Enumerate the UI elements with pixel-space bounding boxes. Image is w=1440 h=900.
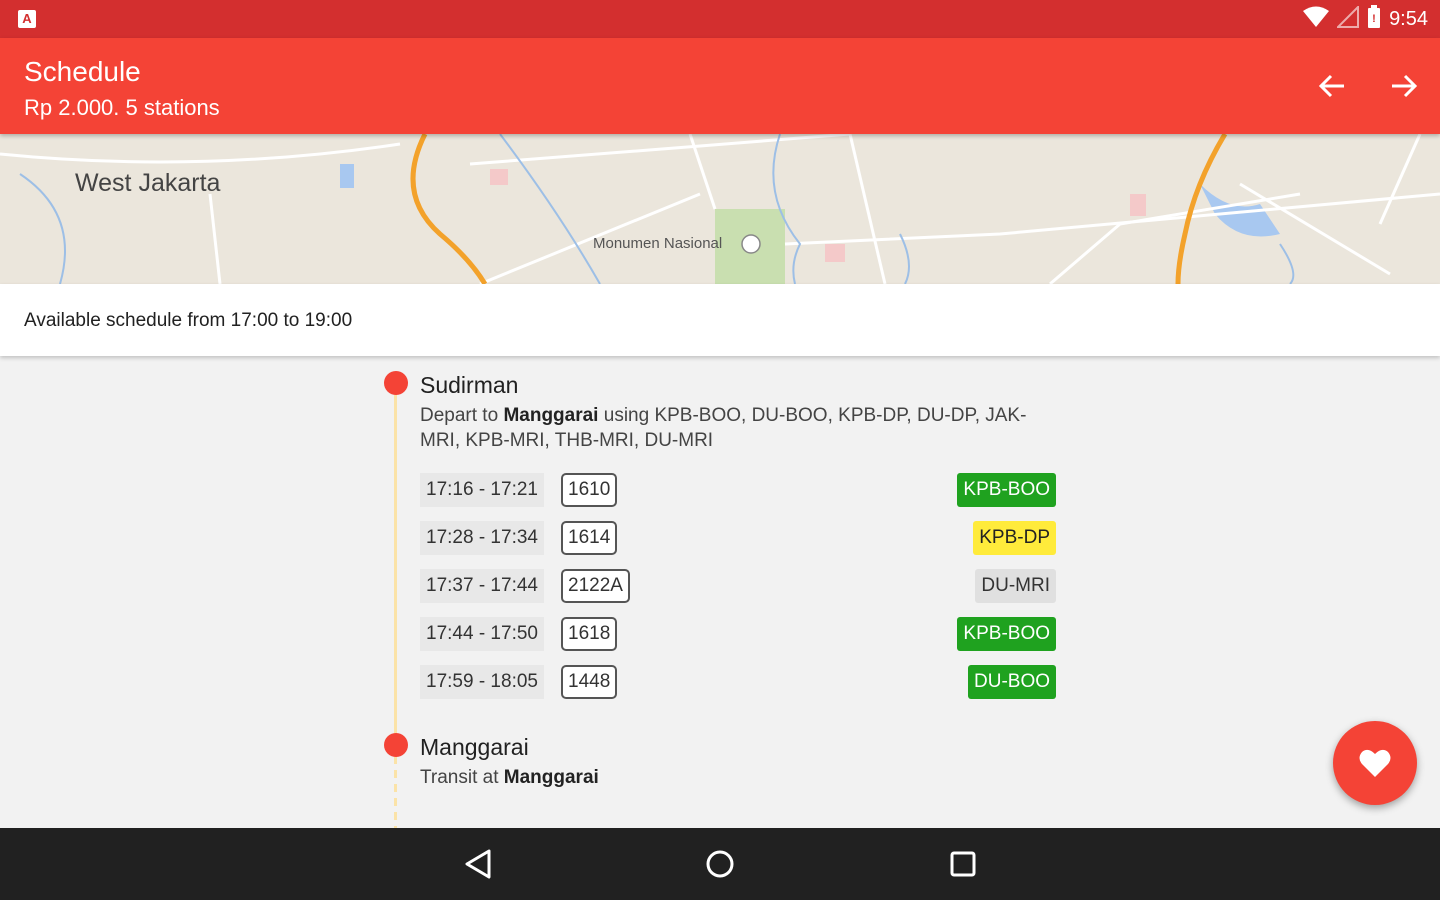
trip-row[interactable]: 17:37 - 17:44 2122A DU-MRI (420, 569, 1056, 603)
station-dot (384, 733, 408, 757)
next-button[interactable] (1382, 64, 1426, 108)
page-title: Schedule (24, 56, 141, 87)
trip-time: 17:37 - 17:44 (420, 569, 544, 603)
nav-home-button[interactable] (700, 844, 740, 884)
station-description: Transit at Manggarai (420, 767, 599, 788)
route-badge: DU-BOO (968, 665, 1056, 699)
schedule-range-text: Available schedule from 17:00 to 19:00 (24, 310, 353, 331)
battery-icon: ! (1367, 4, 1381, 34)
signal-icon (1335, 4, 1360, 33)
svg-text:!: ! (1372, 13, 1376, 25)
map-label-poi: Monumen Nasional (593, 235, 723, 252)
app-bar: Schedule Rp 2.000. 5 stations (0, 38, 1440, 134)
heart-icon (1359, 749, 1391, 777)
station-name: Sudirman (420, 372, 519, 398)
clock: 9:54 (1389, 7, 1428, 30)
system-nav-bar (0, 828, 1440, 900)
train-number: 1618 (561, 617, 618, 651)
station-name: Manggarai (420, 734, 529, 760)
status-icons: ! 9:54 (1303, 4, 1428, 34)
station-dot (384, 371, 408, 395)
arrow-forward-icon (1392, 74, 1418, 98)
route-badge: DU-MRI (975, 569, 1056, 603)
favorite-button[interactable] (1333, 721, 1417, 805)
nav-recents-button[interactable] (943, 844, 983, 884)
recents-icon (950, 851, 976, 877)
train-number: 1610 (561, 473, 618, 507)
route-badge: KPB-BOO (957, 473, 1056, 507)
route-badge: KPB-BOO (957, 617, 1056, 651)
back-icon (465, 849, 491, 879)
map-graphic (0, 134, 1440, 284)
station-description: Depart to Manggarai using KPB-BOO, DU-BO… (420, 405, 1027, 451)
timeline-line-dashed (394, 756, 397, 828)
previous-button[interactable] (1310, 64, 1354, 108)
trip-time: 17:44 - 17:50 (420, 617, 544, 651)
trip-row[interactable]: 17:59 - 18:05 1448 DU-BOO (420, 665, 1056, 699)
schedule-timeline: Sudirman Depart to Manggarai using KPB-B… (0, 356, 1440, 828)
train-number: 2122A (561, 569, 630, 603)
app-notification-icon: A (18, 10, 36, 28)
train-number: 1448 (561, 665, 618, 699)
trip-row[interactable]: 17:44 - 17:50 1618 KPB-BOO (420, 617, 1056, 651)
nav-back-button[interactable] (458, 844, 498, 884)
home-icon (706, 850, 734, 878)
trip-time: 17:28 - 17:34 (420, 521, 544, 555)
page-subtitle: Rp 2.000. 5 stations (24, 95, 220, 120)
trip-row[interactable]: 17:28 - 17:34 1614 KPB-DP (420, 521, 1056, 555)
map-label-city: West Jakarta (75, 169, 221, 197)
timeline-line (394, 386, 397, 746)
trip-row[interactable]: 17:16 - 17:21 1610 KPB-BOO (420, 473, 1056, 507)
trip-time: 17:59 - 18:05 (420, 665, 544, 699)
train-number: 1614 (561, 521, 618, 555)
wifi-icon (1303, 6, 1330, 33)
status-bar: A ! 9:54 (0, 0, 1440, 38)
arrow-back-icon (1318, 74, 1344, 98)
route-map[interactable]: West Jakarta Monumen Nasional (0, 134, 1440, 284)
schedule-info-bar: Available schedule from 17:00 to 19:00 (0, 284, 1440, 356)
trip-time: 17:16 - 17:21 (420, 473, 544, 507)
route-badge: KPB-DP (973, 521, 1056, 555)
